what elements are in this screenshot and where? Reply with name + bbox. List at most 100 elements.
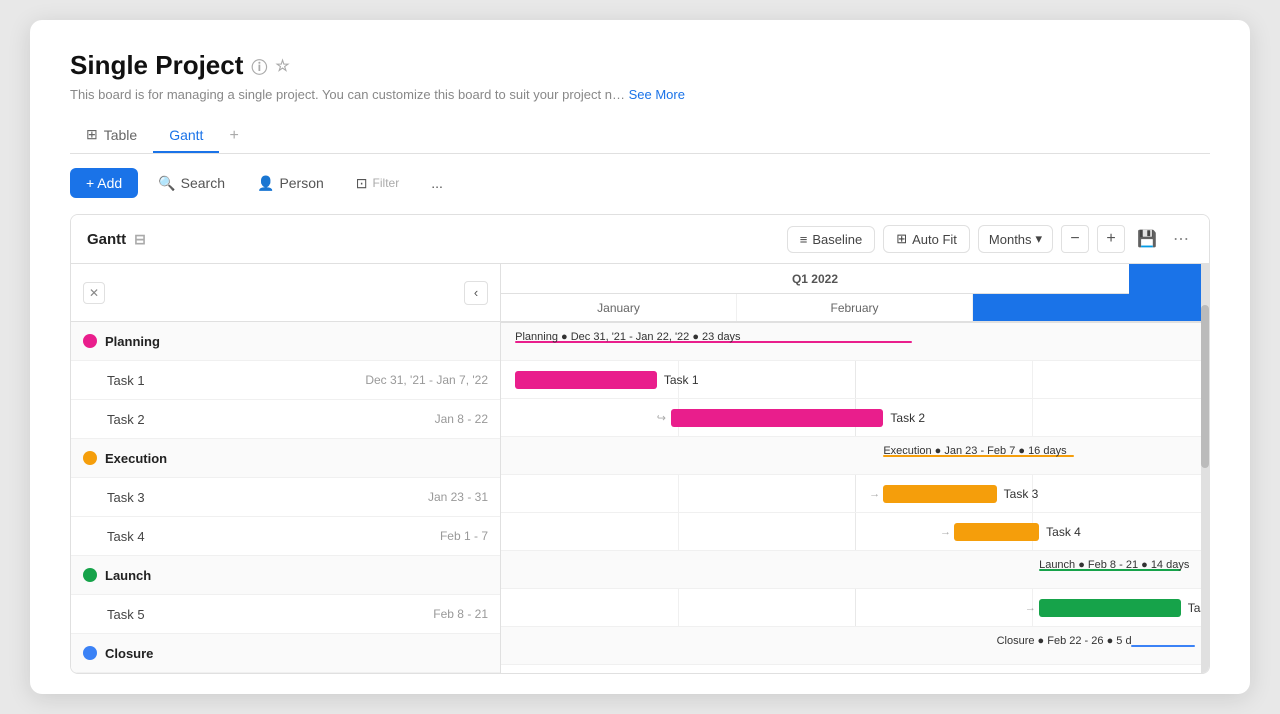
timeline-group-closure: Closure ● Feb 22 - 26 ● 5 d	[501, 627, 1209, 665]
star-icon[interactable]: ☆	[275, 56, 289, 76]
task-4-date: Feb 1 - 7	[440, 529, 488, 543]
closure-summary-bar[interactable]	[1131, 645, 1195, 647]
group-cell-closure: Closure	[71, 634, 501, 672]
task-2-date: Jan 8 - 22	[435, 412, 488, 426]
see-more-link[interactable]: See More	[629, 87, 685, 102]
timeline-rows: Planning ● Dec 31, '21 - Jan 22, '22 ● 2…	[501, 323, 1209, 665]
toolbar: + Add 🔍 Search 👤 Person ⊡ Filter ...	[70, 168, 1210, 198]
timeline-group-planning: Planning ● Dec 31, '21 - Jan 22, '22 ● 2…	[501, 323, 1209, 361]
more-button[interactable]: ...	[419, 169, 455, 197]
task-3-name: Task 3	[107, 490, 145, 505]
gantt-controls: ≡ Baseline ⊞ Auto Fit Months ▾ − + 💾 ⋯	[787, 225, 1193, 253]
add-button[interactable]: + Add	[70, 168, 138, 198]
time-header: Q1 2022 January February	[501, 264, 1209, 323]
task-row-2: Task 2 Jan 8 - 22	[71, 400, 500, 439]
table-tab-icon: ⊞	[86, 126, 98, 143]
timeline-task-5: → Task 5	[501, 589, 1209, 627]
zoom-out-button[interactable]: −	[1061, 225, 1089, 253]
task-cell-5: Task 5 Feb 8 - 21	[71, 595, 501, 633]
gantt-title-area: Gantt ⊟	[87, 231, 146, 248]
gantt-container: Gantt ⊟ ≡ Baseline ⊞ Auto Fit Months ▾ −…	[70, 214, 1210, 674]
task-2-name: Task 2	[107, 412, 145, 427]
filter-button[interactable]: ⊡ Filter	[344, 169, 411, 198]
months-row: January February	[501, 294, 1209, 322]
group-cell-planning: Planning	[71, 322, 501, 360]
months-dropdown[interactable]: Months ▾	[978, 225, 1053, 253]
collapse-button[interactable]: ✕	[83, 282, 105, 304]
search-button[interactable]: 🔍 Search	[146, 169, 237, 198]
planning-name: Planning	[105, 334, 160, 349]
more-options-icon[interactable]: ⋯	[1169, 225, 1193, 253]
page-description: This board is for managing a single proj…	[70, 87, 1210, 102]
task-row-1: Task 1 Dec 31, '21 - Jan 7, '22	[71, 361, 500, 400]
timeline-task-3: → Task 3	[501, 475, 1209, 513]
save-icon[interactable]: 💾	[1133, 225, 1161, 253]
left-nav-button[interactable]: ‹	[464, 281, 488, 305]
q1-label: Q1 2022	[501, 272, 1129, 286]
group-cell-launch: Launch	[71, 556, 501, 594]
closure-name: Closure	[105, 646, 153, 661]
planning-bar-label: Planning ● Dec 31, '21 - Jan 22, '22 ● 2…	[515, 331, 740, 343]
scrollbar-thumb[interactable]	[1201, 305, 1209, 469]
group-row-launch: Launch	[71, 556, 500, 595]
task-4-bar-label: Task 4	[1046, 525, 1081, 539]
info-icon[interactable]: ⓘ	[251, 54, 267, 78]
task-5-bar[interactable]	[1039, 599, 1181, 617]
launch-name: Launch	[105, 568, 151, 583]
task-1-bar[interactable]	[515, 371, 657, 389]
task-3-date: Jan 23 - 31	[428, 490, 488, 504]
timeline-task-1: Task 1	[501, 361, 1209, 399]
task-3-bar-label: Task 3	[1004, 487, 1039, 501]
q1-row: Q1 2022	[501, 264, 1209, 294]
group-cell-execution: Execution	[71, 439, 501, 477]
auto-fit-button[interactable]: ⊞ Auto Fit	[883, 225, 970, 253]
gantt-left-panel: ✕ ‹ Planning Task 1 Dec 31, '21 - Jan 7,…	[71, 264, 501, 673]
gantt-right-panel: Q1 2022 January February	[501, 264, 1209, 673]
baseline-button[interactable]: ≡ Baseline	[787, 226, 875, 253]
add-tab-btn[interactable]: +	[219, 119, 248, 153]
tab-table[interactable]: ⊞ Table	[70, 118, 153, 153]
task-3-connector: →	[869, 488, 880, 500]
gantt-filter-icon[interactable]: ⊟	[134, 231, 146, 248]
tab-gantt[interactable]: Gantt	[153, 119, 219, 153]
task-1-name: Task 1	[107, 373, 145, 388]
launch-dot	[83, 568, 97, 582]
gantt-title: Gantt	[87, 231, 126, 248]
baseline-icon: ≡	[800, 232, 808, 247]
page-title-text: Single Project	[70, 50, 243, 81]
month-february: February	[737, 294, 973, 321]
task-5-connector: →	[1025, 602, 1036, 614]
task-1-date: Dec 31, '21 - Jan 7, '22	[365, 373, 488, 387]
left-header: ✕ ‹	[71, 264, 500, 322]
task-4-name: Task 4	[107, 529, 145, 544]
auto-fit-icon: ⊞	[896, 231, 907, 247]
task-2-connector: ↪	[657, 411, 666, 424]
task-cell-4: Task 4 Feb 1 - 7	[71, 517, 501, 555]
task-2-bar-label: Task 2	[890, 411, 925, 425]
page-title-row: Single Project ⓘ ☆	[70, 50, 1210, 81]
timeline-group-launch: Launch ● Feb 8 - 21 ● 14 days	[501, 551, 1209, 589]
search-icon: 🔍	[158, 175, 175, 192]
task-5-date: Feb 8 - 21	[433, 607, 488, 621]
group-row-execution: Execution	[71, 439, 500, 478]
gantt-header-bar: Gantt ⊟ ≡ Baseline ⊞ Auto Fit Months ▾ −…	[71, 215, 1209, 264]
execution-bar-label: Execution ● Jan 23 - Feb 7 ● 16 days	[883, 445, 1066, 457]
person-icon: 👤	[257, 175, 274, 192]
task-cell-3: Task 3 Jan 23 - 31	[71, 478, 501, 516]
task-1-bar-label: Task 1	[664, 373, 699, 387]
chevron-down-icon: ▾	[1036, 231, 1043, 247]
task-2-bar[interactable]	[671, 409, 883, 427]
person-button[interactable]: 👤 Person	[245, 169, 336, 198]
planning-dot	[83, 334, 97, 348]
filter-icon: ⊡	[356, 175, 368, 192]
task-3-bar[interactable]	[883, 485, 996, 503]
zoom-in-button[interactable]: +	[1097, 225, 1125, 253]
q1-highlight	[1129, 264, 1209, 294]
closure-bar-label: Closure ● Feb 22 - 26 ● 5 d	[997, 635, 1132, 647]
task-cell-2: Task 2 Jan 8 - 22	[71, 400, 501, 438]
task-4-bar[interactable]	[954, 523, 1039, 541]
group-row-planning: Planning	[71, 322, 500, 361]
timeline-group-execution: Execution ● Jan 23 - Feb 7 ● 16 days	[501, 437, 1209, 475]
task-row-5: Task 5 Feb 8 - 21	[71, 595, 500, 634]
tabs-row: ⊞ Table Gantt +	[70, 118, 1210, 154]
